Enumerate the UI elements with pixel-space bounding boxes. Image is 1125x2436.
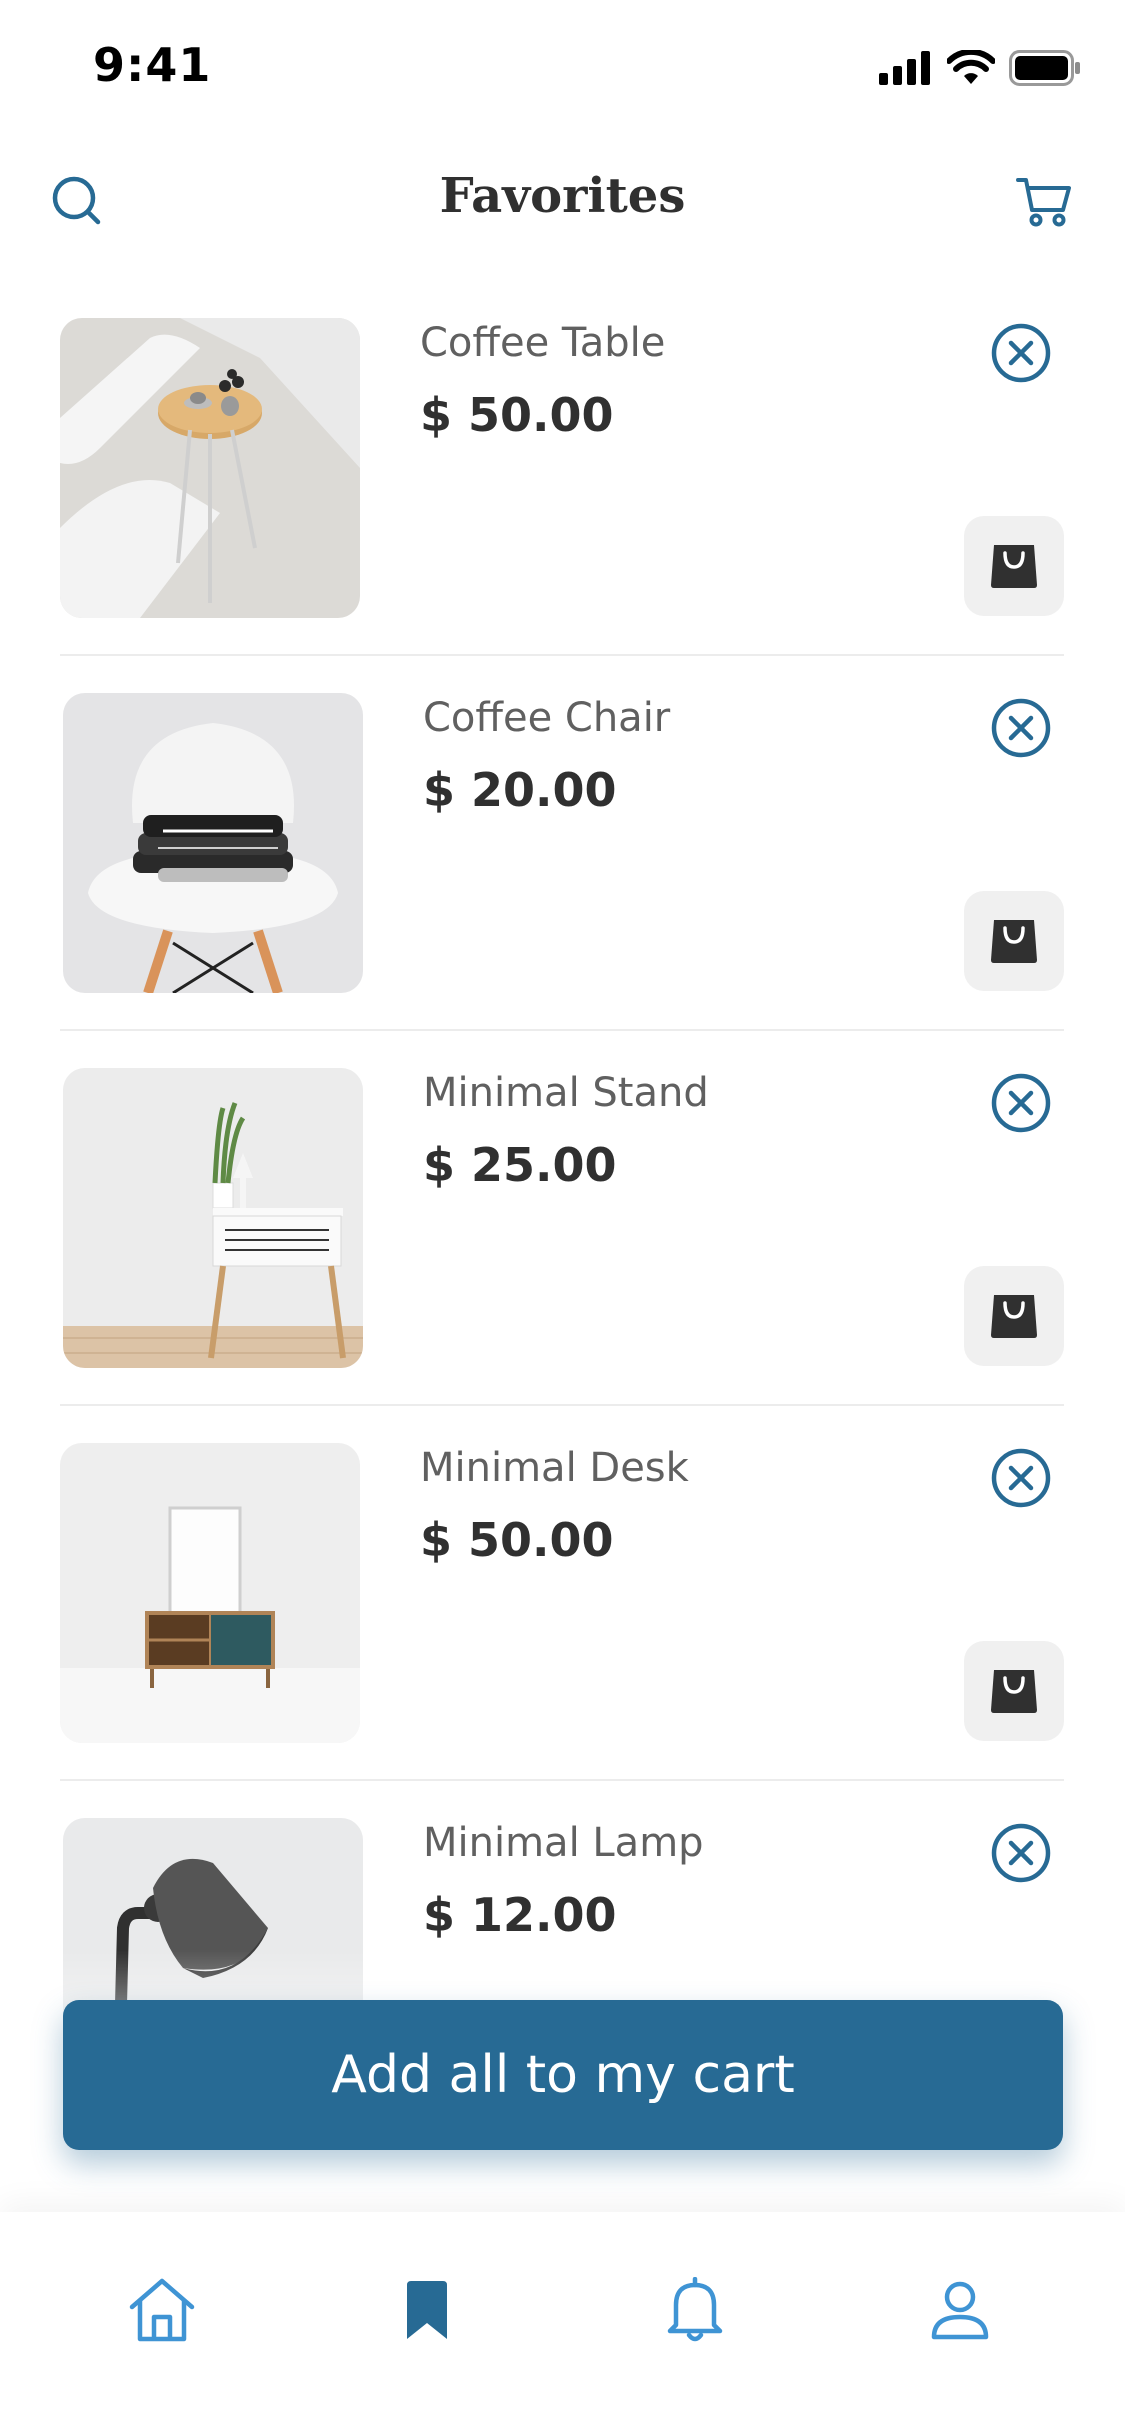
add-all-to-cart-button[interactable]: Add all to my cart <box>63 2000 1063 2150</box>
page-title: Favorites <box>439 168 686 224</box>
product-price: $ 50.00 <box>420 1513 614 1567</box>
list-item[interactable]: Coffee Chair $ 20.00 <box>60 693 1064 1067</box>
status-bar: 9:41 <box>0 0 1125 140</box>
status-time: 9:41 <box>93 38 212 92</box>
close-circle-icon <box>991 1448 1051 1508</box>
close-circle-icon <box>991 1823 1051 1883</box>
product-image <box>63 1068 363 1368</box>
status-icons <box>879 50 1081 86</box>
close-circle-icon <box>991 1073 1051 1133</box>
header: Favorites <box>0 140 1125 260</box>
close-circle-icon <box>991 323 1051 383</box>
list-item[interactable]: Minimal Stand $ 25.00 <box>60 1068 1064 1442</box>
product-price: $ 50.00 <box>420 388 614 442</box>
cart-button[interactable] <box>1012 170 1076 234</box>
product-name: Coffee Table <box>420 320 666 366</box>
product-price: $ 25.00 <box>423 1138 617 1192</box>
product-name: Minimal Stand <box>423 1070 709 1116</box>
remove-button[interactable] <box>990 322 1052 384</box>
shopping-bag-icon <box>991 545 1037 588</box>
product-image <box>60 1443 360 1743</box>
tab-favorites[interactable] <box>387 2270 467 2350</box>
shopping-bag-icon <box>991 1295 1037 1338</box>
product-name: Minimal Desk <box>420 1445 689 1491</box>
remove-button[interactable] <box>990 1822 1052 1884</box>
user-icon <box>931 2281 989 2340</box>
remove-button[interactable] <box>990 1072 1052 1134</box>
divider <box>60 1779 1064 1781</box>
add-to-cart-button[interactable] <box>964 1641 1064 1741</box>
shopping-bag-icon <box>991 920 1037 963</box>
product-image <box>63 693 363 993</box>
remove-button[interactable] <box>990 1447 1052 1509</box>
shopping-bag-icon <box>991 1670 1037 1713</box>
tab-bar <box>0 2212 1125 2436</box>
bookmark-icon <box>407 2281 447 2339</box>
close-circle-icon <box>991 698 1051 758</box>
product-price: $ 12.00 <box>423 1888 617 1942</box>
remove-button[interactable] <box>990 697 1052 759</box>
divider <box>60 1404 1064 1406</box>
cellular-signal-icon <box>879 51 930 85</box>
battery-icon <box>1009 50 1080 86</box>
product-name: Minimal Lamp <box>423 1820 704 1866</box>
bell-icon <box>667 2277 723 2342</box>
list-item[interactable]: Coffee Table $ 50.00 <box>60 318 1064 692</box>
product-price: $ 20.00 <box>423 763 617 817</box>
tab-home[interactable] <box>122 2270 202 2350</box>
add-to-cart-button[interactable] <box>964 516 1064 616</box>
list-item[interactable]: Minimal Desk $ 50.00 <box>60 1443 1064 1817</box>
cart-icon <box>1016 178 1071 227</box>
wifi-icon <box>947 50 995 84</box>
divider <box>60 654 1064 656</box>
tab-profile[interactable] <box>920 2270 1000 2350</box>
home-icon <box>129 2278 195 2342</box>
divider <box>60 1029 1064 1031</box>
product-name: Coffee Chair <box>423 695 671 741</box>
product-image <box>60 318 360 618</box>
tab-notifications[interactable] <box>655 2270 735 2350</box>
add-to-cart-button[interactable] <box>964 891 1064 991</box>
add-to-cart-button[interactable] <box>964 1266 1064 1366</box>
